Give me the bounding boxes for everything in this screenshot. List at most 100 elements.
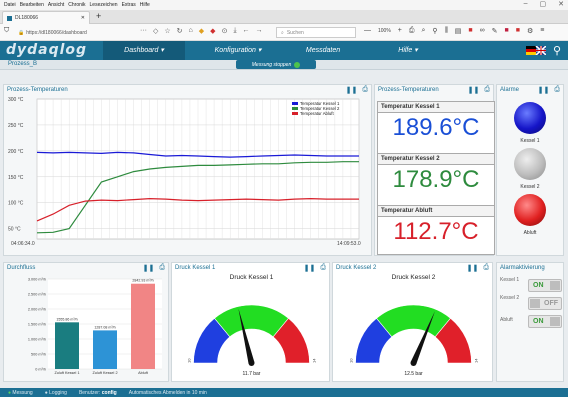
gauge-needle-hub xyxy=(410,360,417,366)
alarm-toggle-kessel1[interactable]: ON xyxy=(528,279,562,292)
menu-konfiguration[interactable]: Konfiguration ▾ xyxy=(183,41,293,60)
legend-swatch xyxy=(292,112,298,115)
app-header: dydaqlog Dashboard ▾ Konfiguration ▾ Mes… xyxy=(0,41,568,60)
panel-druck-kessel2: Druck Kessel 2 ❚❚ ⎙ Druck Kessel 2 10 14 12.… xyxy=(332,262,493,382)
alarm-toggle-kessel2[interactable]: OFF xyxy=(528,297,562,310)
menu-hilfe[interactable]: Hilfe ▾ xyxy=(353,41,463,60)
pocket-icon[interactable]: ◇ xyxy=(153,27,158,35)
pause-icon[interactable]: ❚❚ xyxy=(538,86,550,94)
bookmark-star-icon[interactable]: ☆ xyxy=(164,27,170,35)
alarm-toggle-abluft[interactable]: ON xyxy=(528,315,562,328)
print-panel-icon[interactable]: ⎙ xyxy=(484,86,490,94)
bar-value-label: 2842.93 m³/h xyxy=(132,279,153,283)
gauge-needle-hub xyxy=(248,360,255,366)
zoom-level[interactable]: 100% xyxy=(378,27,391,35)
y-tick-label: 150 °C xyxy=(8,175,24,181)
menu-hilfe-browser[interactable]: Hilfe xyxy=(140,2,150,8)
user-label: Benutzer: xyxy=(78,389,101,396)
panel-durchfluss: Durchfluss ❚❚ ⎙ 0 m³/h 500 m³/h 1.000 m³/h 1… xyxy=(3,262,169,382)
page-favicon-icon xyxy=(7,15,12,21)
new-tab-icon[interactable]: + xyxy=(96,11,101,21)
toggle-state: OFF xyxy=(544,300,558,307)
y-tick-label: 2.000 m³/h xyxy=(28,308,46,312)
menu-messdaten[interactable]: Messdaten xyxy=(293,41,353,60)
menu-datei[interactable]: Datei xyxy=(4,2,16,8)
toggle-label: Kessel 1 xyxy=(500,277,520,283)
menu-dashboard[interactable]: Dashboard ▾ xyxy=(103,41,185,60)
breadcrumb[interactable]: Prozess_B xyxy=(8,61,37,67)
tab-title: DL180066 xyxy=(15,15,39,21)
addon-icon-2[interactable]: ■ xyxy=(505,27,509,35)
toggle-state: ON xyxy=(533,318,544,325)
find-icon[interactable]: ⌕ xyxy=(422,27,426,35)
print-icon[interactable]: ⎙ xyxy=(409,27,415,35)
user-icon[interactable]: ⚲ xyxy=(553,44,561,57)
y-tick-label: 1.500 m³/h xyxy=(28,323,46,327)
y-tick-label: 200 °C xyxy=(8,149,24,155)
gauge-min-label: 10 xyxy=(349,358,354,363)
menu-bearbeiten[interactable]: Bearbeiten xyxy=(20,2,44,8)
sidebar-icon[interactable]: ▤ xyxy=(455,27,462,35)
logging-label: Logging xyxy=(49,389,67,396)
panel-druck-kessel1: Druck Kessel 1 ❚❚ ⎙ Druck Kessel 1 10 14 11.… xyxy=(171,262,330,382)
y-tick-label: 50 °C xyxy=(8,227,21,233)
print-panel-icon[interactable]: ⎙ xyxy=(554,86,560,94)
extension-icon-2[interactable]: ◆ xyxy=(210,27,215,35)
library-icon[interactable]: ⫼ xyxy=(445,27,448,35)
user-status: Benutzer: config xyxy=(79,390,117,396)
menu-ansicht[interactable]: Ansicht xyxy=(48,2,64,8)
browser-tab[interactable]: DL180066 ✕ xyxy=(2,11,90,24)
stop-measurement-button[interactable]: Messung stoppen xyxy=(236,60,316,69)
close-window-icon[interactable]: ✕ xyxy=(558,0,564,8)
account-icon[interactable]: ⚲ xyxy=(432,27,437,35)
reload-icon[interactable]: ↻ xyxy=(177,27,183,35)
y-tick-label: 2.500 m³/h xyxy=(28,293,46,297)
gauge-title: Druck Kessel 1 xyxy=(230,274,274,281)
shield-icon[interactable]: ⛉ xyxy=(4,27,9,35)
addon-icon-3[interactable]: ■ xyxy=(516,27,520,35)
history-icon[interactable]: ⊙ xyxy=(222,27,228,35)
auto-logout-text: Automatisches Abmelden in 10 min xyxy=(128,389,207,396)
menu-lesezeichen[interactable]: Lesezeichen xyxy=(90,2,118,8)
back-icon[interactable]: ← xyxy=(243,27,250,35)
download-icon[interactable]: ⤓ xyxy=(233,27,236,35)
gauge-value-label: 12.5 bar xyxy=(404,371,423,377)
browser-navbar: ⛉ 🔒 https://dl180066/dashboard ··· ◇ ☆ ↻… xyxy=(0,24,568,41)
pause-icon[interactable]: ❚❚ xyxy=(468,86,480,94)
running-indicator-icon xyxy=(294,61,301,68)
extension-icon[interactable]: ◆ xyxy=(199,27,204,35)
alarm-toggle-row-kessel1: Kessel 1 ON xyxy=(500,277,562,293)
search-input[interactable]: ⌕ Suchen xyxy=(276,27,356,38)
language-flag-icon[interactable] xyxy=(526,46,546,55)
zoom-out-icon[interactable]: — xyxy=(364,27,371,35)
page-actions-icon[interactable]: ··· xyxy=(140,27,147,35)
x-tick-label: Zuluft Kessel 1 xyxy=(54,371,79,375)
alarm-toggle-row-kessel2: Kessel 2 OFF xyxy=(500,295,562,311)
addon-icon[interactable]: ■ xyxy=(468,27,472,35)
url-bar[interactable]: 🔒 https://dl180066/dashboard xyxy=(18,27,103,38)
pin-icon[interactable]: ✎ xyxy=(492,27,498,35)
y-tick-label: 1.000 m³/h xyxy=(28,338,46,342)
home-icon[interactable]: ⌂ xyxy=(189,27,193,35)
x-tick-label: 14:09:53.0 xyxy=(337,241,361,247)
y-tick-label: 500 m³/h xyxy=(31,353,46,357)
forward-icon[interactable]: → xyxy=(256,27,263,35)
status-bar: ● Messung ● Logging Benutzer: config Aut… xyxy=(0,388,568,397)
alarm-label: Kessel 1 xyxy=(520,138,540,144)
app-logo[interactable]: dydaqlog xyxy=(6,42,87,58)
minimize-icon[interactable]: – xyxy=(524,0,528,8)
menu-chronik[interactable]: Chronik xyxy=(68,2,85,8)
temperature-line-chart: 50 °C 100 °C 150 °C 200 °C 250 °C 300 °C 04:06… xyxy=(8,97,361,247)
y-tick-label: 100 °C xyxy=(8,201,24,207)
settings-icon[interactable]: ⚙ xyxy=(527,27,533,35)
hamburger-menu-icon[interactable]: ≡ xyxy=(540,27,544,35)
value-card-abluft: Temperatur Abluft 112.7°C xyxy=(377,205,495,255)
tab-close-icon[interactable]: ✕ xyxy=(81,15,85,21)
url-text: https://dl180066/dashboard xyxy=(26,29,87,36)
maximize-icon[interactable]: ▢ xyxy=(540,0,547,8)
y-tick-label: 3.000 m³/h xyxy=(28,278,46,282)
infinity-icon[interactable]: ∞ xyxy=(480,27,485,35)
legend-swatch xyxy=(292,107,298,110)
menu-extras[interactable]: Extras xyxy=(122,2,136,8)
zoom-in-icon[interactable]: + xyxy=(398,27,402,35)
